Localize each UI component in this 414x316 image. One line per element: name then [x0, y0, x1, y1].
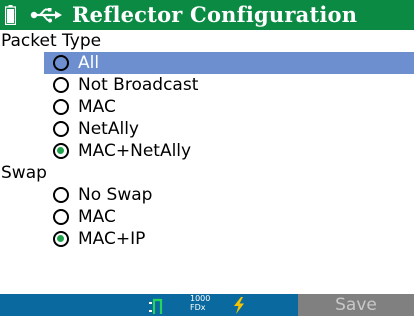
radio-button-checked-icon [53, 231, 69, 247]
radio-packet-netally[interactable]: NetAlly [0, 118, 414, 140]
link-duplex: FDx [190, 303, 206, 312]
radio-label: MAC [78, 207, 116, 227]
radio-button-icon [53, 55, 69, 71]
radio-swap-mac[interactable]: MAC [0, 206, 414, 228]
radio-button-icon [53, 121, 69, 137]
link-status-icon [149, 298, 163, 314]
link-speed: 1000 FDx [190, 294, 210, 312]
packet-type-heading: Packet Type [1, 31, 102, 51]
radio-label: MAC [78, 97, 116, 117]
radio-packet-not-broadcast[interactable]: Not Broadcast [0, 74, 414, 96]
radio-swap-mac-ip[interactable]: MAC+IP [0, 228, 414, 250]
title-bar: Reflector Configuration [0, 0, 414, 30]
radio-label: All [78, 53, 100, 73]
radio-packet-mac[interactable]: MAC [0, 96, 414, 118]
radio-button-icon [53, 99, 69, 115]
radio-button-icon [53, 209, 69, 225]
save-button[interactable]: Save [298, 294, 414, 316]
radio-button-icon [53, 77, 69, 93]
page-title: Reflector Configuration [72, 2, 358, 27]
radio-label: MAC+IP [78, 229, 146, 249]
radio-packet-all[interactable]: All [44, 52, 414, 74]
battery-icon [5, 5, 16, 25]
radio-label: No Swap [78, 185, 153, 205]
swap-heading: Swap [1, 163, 47, 183]
radio-swap-no-swap[interactable]: No Swap [0, 184, 414, 206]
radio-label: Not Broadcast [78, 75, 199, 95]
lightning-icon [234, 297, 244, 314]
radio-packet-mac-netally[interactable]: MAC+NetAlly [0, 140, 414, 162]
config-content: Packet Type All Not Broadcast MAC NetAll… [0, 30, 414, 294]
radio-label: MAC+NetAlly [78, 141, 192, 161]
radio-button-icon [53, 187, 69, 203]
radio-label: NetAlly [78, 119, 139, 139]
usb-icon [30, 8, 62, 23]
link-speed-value: 1000 [190, 294, 211, 303]
radio-button-checked-icon [53, 143, 69, 159]
